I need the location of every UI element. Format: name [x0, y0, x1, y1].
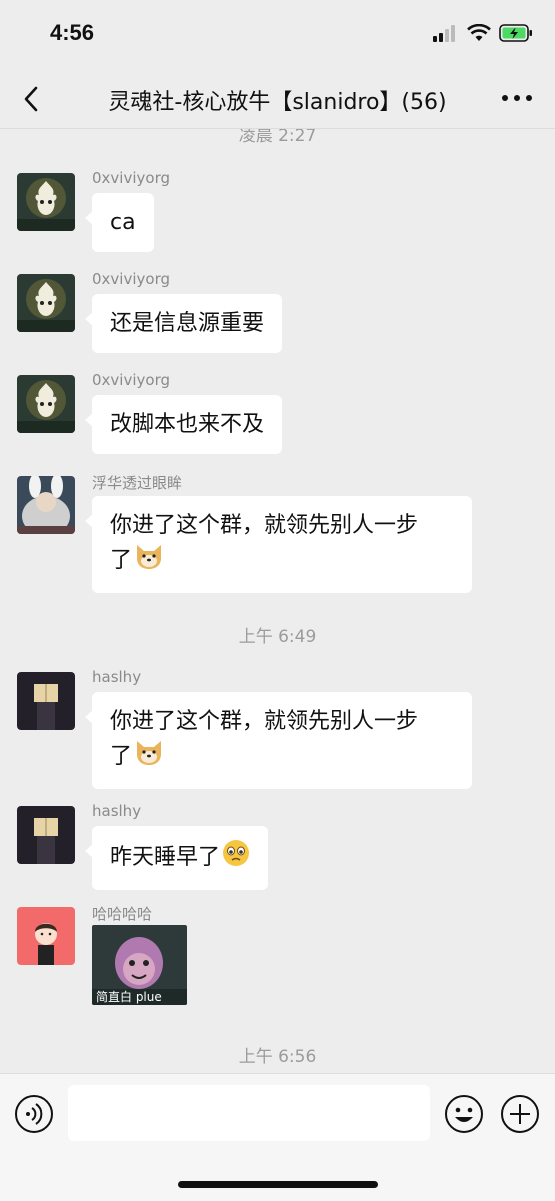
- message-input[interactable]: [68, 1085, 430, 1141]
- signal-icon: [433, 25, 455, 42]
- timestamp: 上午 6:56: [238, 1047, 317, 1067]
- avatar[interactable]: [17, 375, 75, 433]
- avatar[interactable]: [17, 672, 75, 730]
- voice-icon[interactable]: [14, 1094, 54, 1134]
- message-bubble[interactable]: ca: [85, 193, 154, 252]
- message-text: 昨天睡早了: [110, 845, 221, 870]
- doge-emoji-icon: [134, 738, 164, 776]
- plus-icon[interactable]: [500, 1094, 540, 1134]
- status-icons: [433, 24, 533, 42]
- status-time: 4:56: [50, 20, 95, 45]
- message-bubble[interactable]: 昨天睡早了: [84, 826, 269, 890]
- back-arrow-icon[interactable]: [18, 85, 46, 113]
- sender-name: 0xviviyorg: [92, 270, 170, 288]
- message-bubble[interactable]: 你进了这个群，就领先别人一步 了: [85, 692, 472, 789]
- avatar[interactable]: [17, 476, 75, 534]
- sender-name: 0xviviyorg: [92, 371, 170, 389]
- message-text-line: 你进了这个群，就领先别人一步: [110, 513, 419, 538]
- avatar[interactable]: [17, 806, 75, 864]
- status-bar: 4:56: [0, 0, 555, 72]
- message-bubble[interactable]: 你进了这个群，就领先别人一步 了: [85, 496, 472, 593]
- message-bubble[interactable]: 还是信息源重要: [84, 294, 283, 353]
- timestamp: 上午 6:49: [238, 627, 317, 647]
- chat-title: 灵魂社-核心放牛【slanidro】(56): [108, 90, 447, 115]
- sender-name: 0xviviyorg: [92, 169, 170, 187]
- home-indicator: [178, 1181, 378, 1188]
- sender-name: 哈哈哈哈: [92, 905, 153, 923]
- sticker-image[interactable]: 简直白 plue: [92, 925, 187, 1005]
- more-icon[interactable]: [499, 86, 535, 110]
- timestamp: 凌晨 2:27: [238, 129, 317, 146]
- message-text: ca: [110, 210, 136, 235]
- message-text: 还是信息源重要: [110, 311, 265, 336]
- message-text-line: 你进了这个群，就领先别人一步: [110, 709, 419, 734]
- sticker-caption: 简直白 plue: [96, 990, 162, 1004]
- doge-emoji-icon: [134, 542, 164, 580]
- sender-name: haslhy: [92, 802, 142, 820]
- nav-bar: 灵魂社-核心放牛【slanidro】(56): [0, 72, 555, 129]
- sender-name: 浮华透过眼眸: [92, 474, 183, 492]
- message-text-line: 了: [110, 548, 133, 573]
- avatar[interactable]: [17, 274, 75, 332]
- message-text-line: 了: [110, 744, 133, 769]
- avatar[interactable]: [17, 173, 75, 231]
- wifi-icon: [467, 24, 491, 41]
- avatar[interactable]: [17, 907, 75, 965]
- sender-name: haslhy: [92, 668, 142, 686]
- emoji-icon[interactable]: [444, 1094, 484, 1134]
- input-bar: [0, 1073, 555, 1201]
- chat-area[interactable]: 凌晨 2:27 0xviviyorg ca 0xviviyorg 还是信息源重要…: [0, 129, 555, 1072]
- message-text: 改脚本也来不及: [110, 412, 265, 437]
- teary-face-emoji-icon: [222, 839, 250, 877]
- message-bubble[interactable]: 改脚本也来不及: [84, 395, 283, 454]
- battery-icon: [499, 24, 532, 42]
